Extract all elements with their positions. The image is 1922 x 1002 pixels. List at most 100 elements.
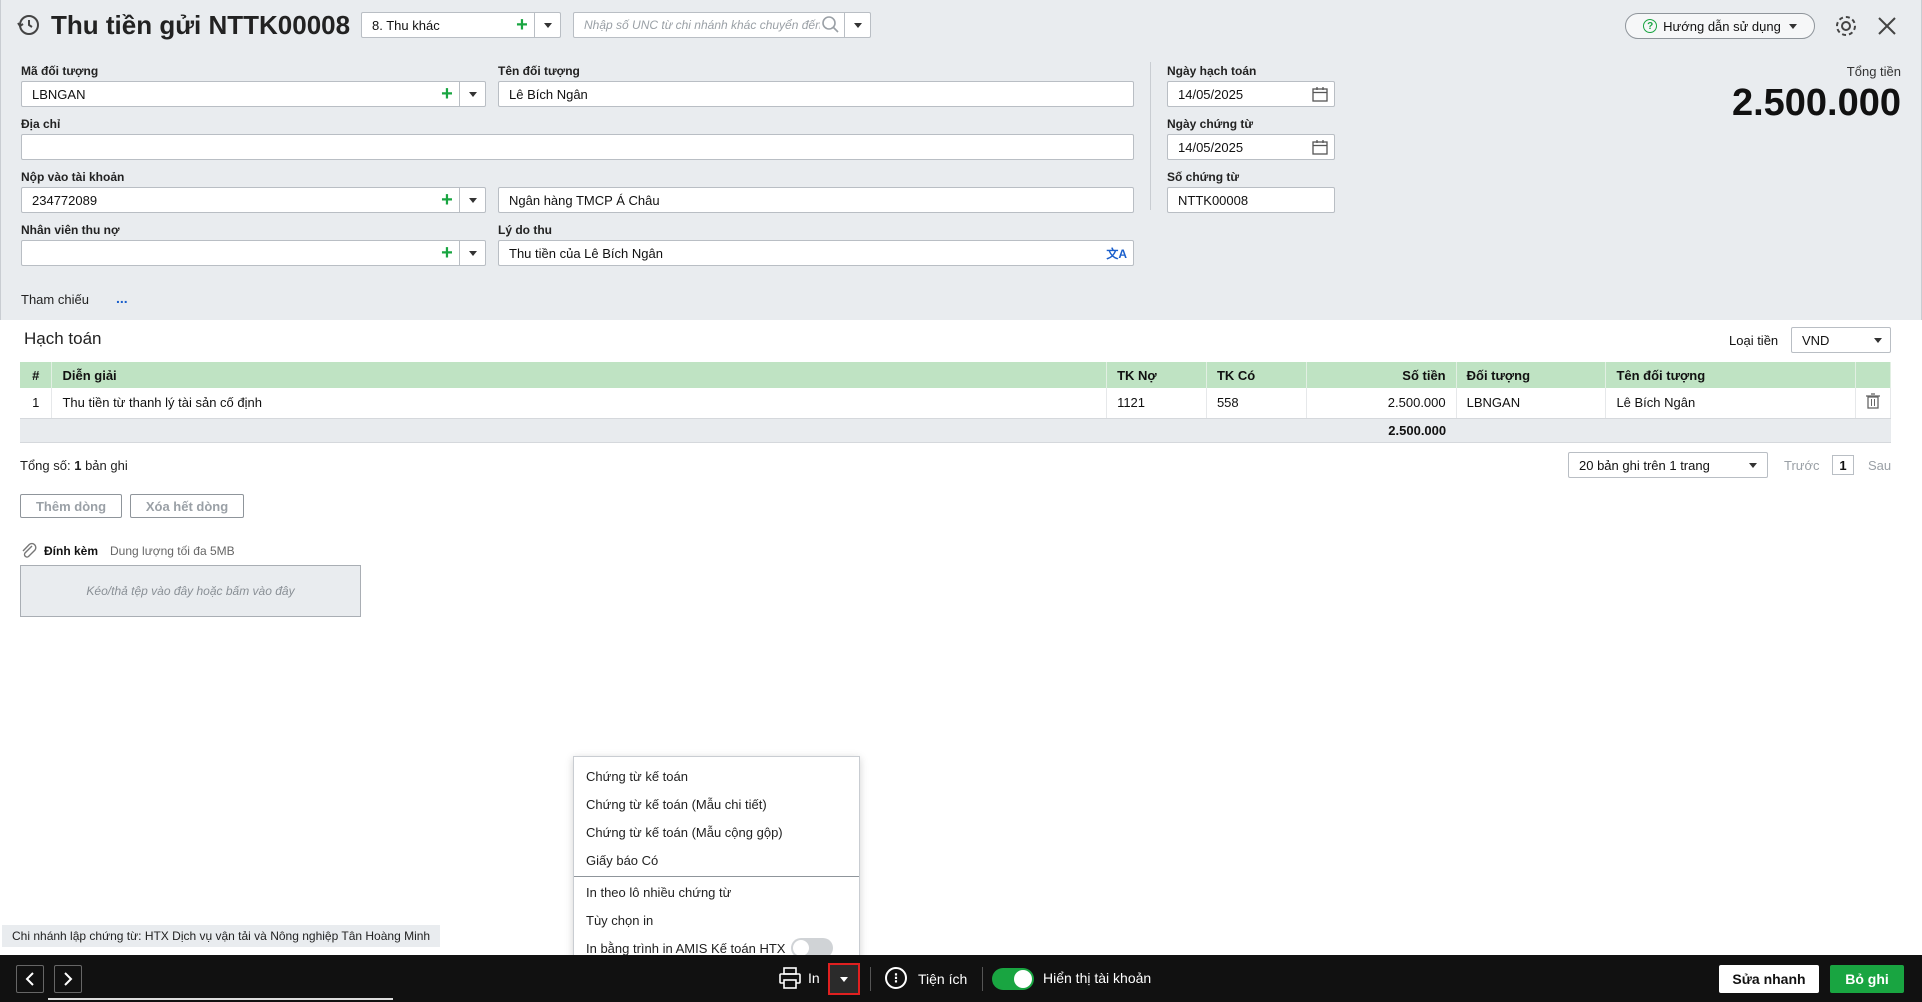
search-icon[interactable] <box>820 14 842 36</box>
prev-record-button[interactable] <box>16 965 44 993</box>
print-menu-item-voucher-detail[interactable]: Chứng từ kế toán (Mẫu chi tiết) <box>574 790 859 818</box>
table-header-row: # Diễn giải TK Nợ TK Có Số tiền Đối tượn… <box>20 362 1892 388</box>
delete-row-cell <box>1855 388 1892 419</box>
amis-print-label: In bằng trình in AMIS Kế toán HTX <box>586 940 786 956</box>
skip-save-button[interactable]: Bỏ ghi <box>1830 965 1904 993</box>
calendar-icon[interactable] <box>1312 86 1328 102</box>
bank-name-field[interactable]: Ngân hàng TMCP Á Châu <box>498 187 1134 213</box>
currency-value: VND <box>1802 332 1830 348</box>
address-label: Địa chỉ <box>21 117 61 131</box>
print-dropdown-button[interactable] <box>828 963 860 995</box>
show-account-label: Hiển thị tài khoản <box>1043 970 1152 986</box>
reason-field[interactable]: Thu tiền của Lê Bích Ngân 文A <box>498 240 1134 266</box>
chevron-down-icon <box>1749 462 1757 468</box>
doc-date-field[interactable]: 14/05/2025 <box>1167 134 1335 160</box>
reference-label: Tham chiếu <box>21 292 89 307</box>
posting-date-label: Ngày hạch toán <box>1167 64 1257 78</box>
close-icon[interactable] <box>1875 14 1899 38</box>
receipt-type-select[interactable]: 8. Thu khác + <box>361 12 561 38</box>
doc-date-value: 14/05/2025 <box>1178 139 1244 155</box>
attachment-dropzone[interactable]: Kéo/thả tệp vào đây hoặc bấm vào đây <box>20 565 361 617</box>
chevron-down-icon <box>1788 23 1797 29</box>
col-header-amount: Số tiền <box>1306 362 1457 388</box>
table-row[interactable]: 1 Thu tiền từ thanh lý tài sản cố định 1… <box>20 388 1892 419</box>
sum-empty <box>1605 418 1856 443</box>
trash-icon[interactable] <box>1865 393 1880 409</box>
cell-amount[interactable]: 2.500.000 <box>1306 388 1457 419</box>
cell-desc[interactable]: Thu tiền từ thanh lý tài sản cố định <box>51 388 1108 419</box>
next-record-button[interactable] <box>54 965 82 993</box>
print-menu-item-credit-note[interactable]: Giấy báo Có <box>574 846 859 874</box>
sum-empty <box>20 418 52 443</box>
chevron-down-icon[interactable] <box>844 13 870 37</box>
chevron-down-icon[interactable] <box>534 13 560 37</box>
column-divider <box>1150 62 1151 210</box>
printer-icon[interactable] <box>778 966 802 990</box>
account-select[interactable]: 234772089 + <box>21 187 486 213</box>
toolbar-divider <box>982 967 983 991</box>
calendar-icon[interactable] <box>1312 139 1328 155</box>
chevron-down-icon[interactable] <box>459 82 485 106</box>
cell-debit[interactable]: 1121 <box>1106 388 1207 419</box>
toolbar-divider <box>870 967 871 991</box>
branch-info: Chi nhánh lập chứng từ: HTX Dịch vụ vận … <box>2 925 441 947</box>
print-button[interactable]: In <box>808 970 820 986</box>
page-size-select[interactable]: 20 bản ghi trên 1 trang <box>1568 452 1768 478</box>
record-count-prefix: Tổng số: <box>20 458 71 473</box>
currency-select[interactable]: VND <box>1791 327 1891 353</box>
add-icon[interactable]: + <box>435 188 459 212</box>
attachment-label: Đính kèm <box>44 544 99 558</box>
clear-rows-button[interactable]: Xóa hết dòng <box>130 494 244 518</box>
employee-select[interactable]: + <box>21 240 486 266</box>
chevron-left-icon <box>25 972 34 986</box>
reason-label: Lý do thu <box>498 223 552 237</box>
chevron-down-icon[interactable] <box>459 241 485 265</box>
history-icon[interactable] <box>17 13 41 37</box>
doc-no-field[interactable]: NTTK00008 <box>1167 187 1335 213</box>
prev-page-button[interactable]: Trước <box>1784 458 1820 473</box>
menu-divider <box>574 876 859 877</box>
horizontal-scrollbar[interactable] <box>48 998 393 1000</box>
object-code-select[interactable]: LBNGAN + <box>21 81 486 107</box>
unc-search-placeholder: Nhập số UNC từ chi nhánh khác chuyển đến <box>584 18 820 32</box>
add-icon[interactable]: + <box>435 82 459 106</box>
help-label: Hướng dẫn sử dụng <box>1663 18 1781 34</box>
add-icon[interactable]: + <box>510 13 534 37</box>
utility-button[interactable]: Tiện ích <box>918 971 967 987</box>
col-header-object: Đối tượng <box>1456 362 1607 388</box>
record-count-suffix: bản ghi <box>85 458 128 473</box>
cell-credit[interactable]: 558 <box>1206 388 1307 419</box>
next-page-button[interactable]: Sau <box>1868 458 1891 473</box>
translate-icon[interactable]: 文A <box>1106 245 1127 262</box>
col-header-no: # <box>20 362 53 388</box>
print-menu-item-voucher-summary[interactable]: Chứng từ kế toán (Mẫu cộng gộp) <box>574 818 859 846</box>
chevron-down-icon[interactable] <box>459 188 485 212</box>
print-menu-item-options[interactable]: Tùy chọn in <box>574 906 859 934</box>
add-icon[interactable]: + <box>435 241 459 265</box>
reference-more-button[interactable]: ... <box>116 290 128 306</box>
object-name-field[interactable]: Lê Bích Ngân <box>498 81 1134 107</box>
print-menu-item-voucher[interactable]: Chứng từ kế toán <box>574 762 859 790</box>
cell-object-name[interactable]: Lê Bích Ngân <box>1605 388 1856 419</box>
account-label: Nộp vào tài khoản <box>21 170 125 184</box>
cell-object[interactable]: LBNGAN <box>1456 388 1607 419</box>
current-page[interactable]: 1 <box>1832 455 1854 475</box>
help-button[interactable]: ? Hướng dẫn sử dụng <box>1625 13 1815 39</box>
currency-label: Loại tiền <box>1729 333 1779 348</box>
show-account-toggle[interactable] <box>992 968 1034 990</box>
quick-edit-button[interactable]: Sửa nhanh <box>1719 965 1819 993</box>
chevron-right-icon <box>64 972 73 986</box>
posting-date-value: 14/05/2025 <box>1178 86 1244 102</box>
footer-toolbar: In ⋮ Tiện ích Hiển thị tài khoản Sửa nha… <box>0 955 1922 1002</box>
chevron-down-icon <box>840 976 848 982</box>
unc-search-input[interactable]: Nhập số UNC từ chi nhánh khác chuyển đến <box>573 12 871 38</box>
posting-date-field[interactable]: 14/05/2025 <box>1167 81 1335 107</box>
chevron-down-icon <box>1874 337 1882 343</box>
more-icon[interactable]: ⋮ <box>885 967 907 989</box>
print-menu-item-batch[interactable]: In theo lô nhiều chứng từ <box>574 878 859 906</box>
title-row: Thu tiền gửi NTTK00008 <box>17 10 350 40</box>
gear-icon[interactable] <box>1833 13 1859 39</box>
add-row-button[interactable]: Thêm dòng <box>20 494 122 518</box>
address-field[interactable] <box>21 134 1134 160</box>
sum-empty <box>1206 418 1307 443</box>
